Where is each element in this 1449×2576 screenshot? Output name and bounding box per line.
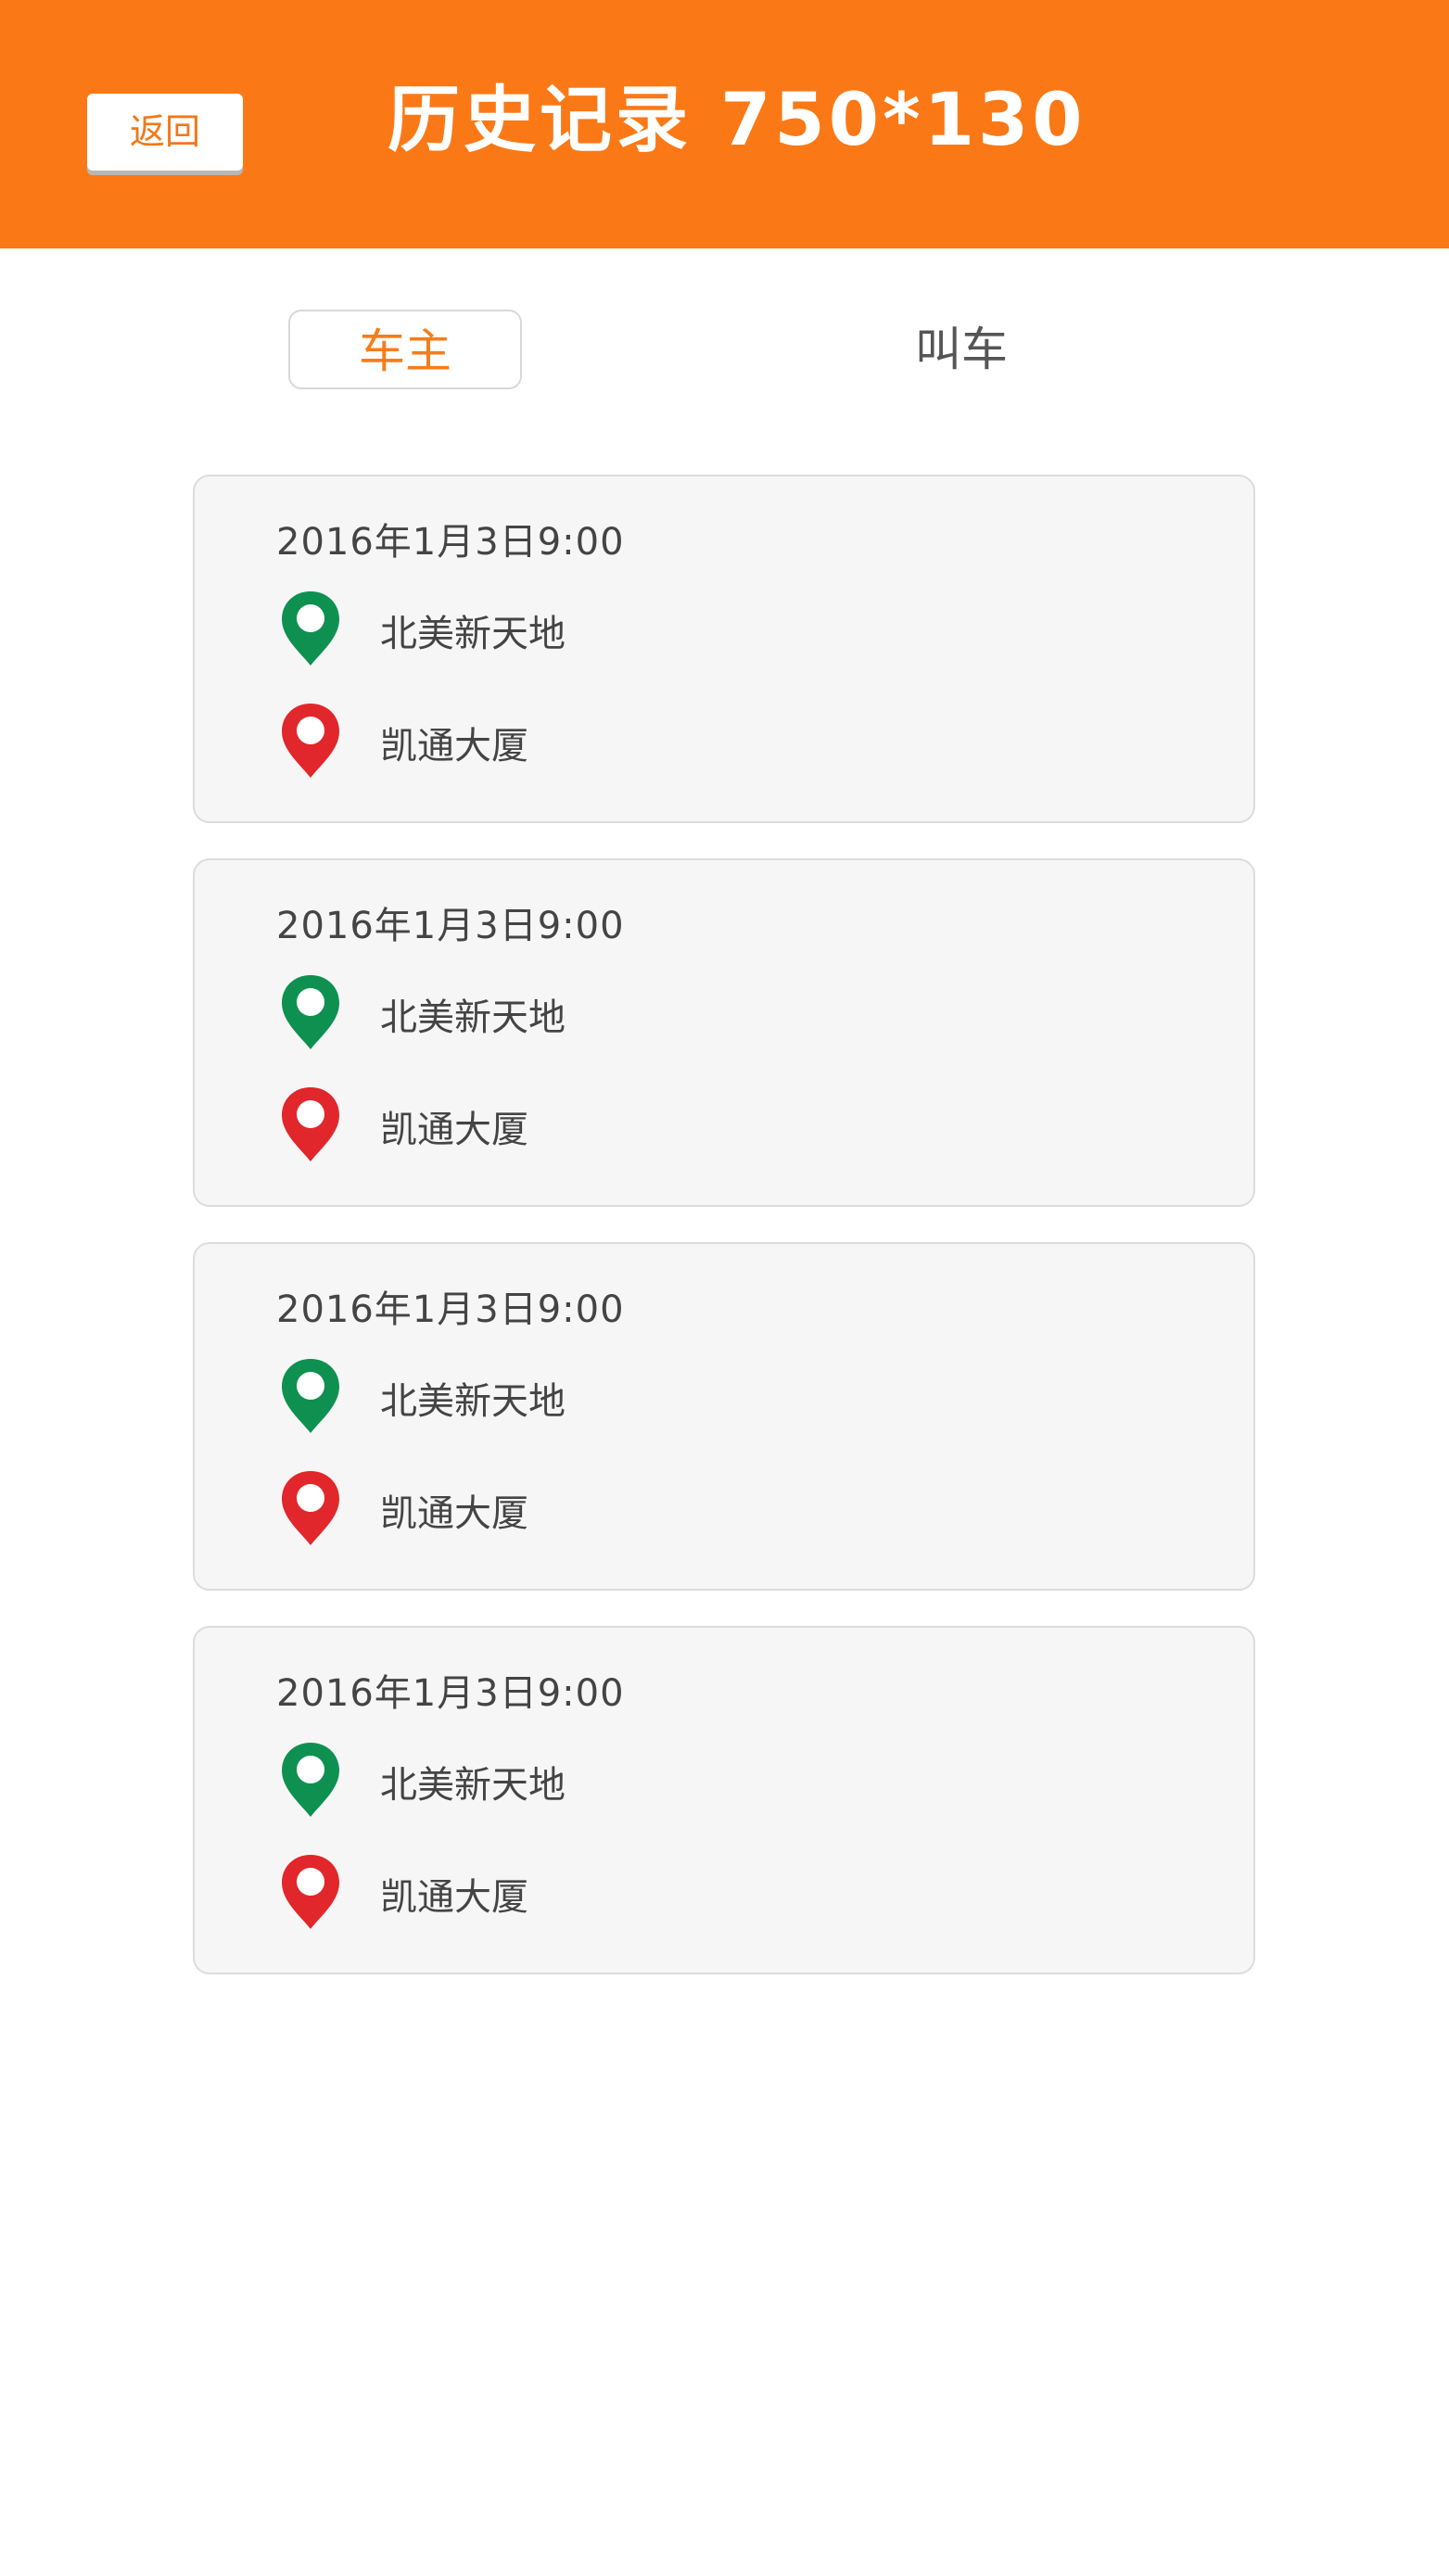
page-title: 历史记录 750*130 <box>388 79 1087 162</box>
start-location-label: 北美新天地 <box>380 613 566 655</box>
start-location-pin-icon <box>282 1359 339 1433</box>
header-bar: 返回 历史记录 750*130 <box>0 0 1449 248</box>
record-datetime: 2016年1月3日9:00 <box>276 905 625 947</box>
history-record-card[interactable]: 2016年1月3日9:00 北美新天地 凯通大厦 <box>193 1242 1255 1591</box>
start-location-label: 北美新天地 <box>380 1764 566 1807</box>
start-location-pin-icon <box>282 591 339 666</box>
tab-call-car[interactable]: 叫车 <box>845 310 1078 389</box>
end-location-label: 凯通大厦 <box>380 725 528 768</box>
history-record-card[interactable]: 2016年1月3日9:00 北美新天地 凯通大厦 <box>193 475 1255 823</box>
end-location-label: 凯通大厦 <box>380 1876 528 1919</box>
end-location-pin-icon <box>282 1471 339 1545</box>
record-datetime: 2016年1月3日9:00 <box>276 1672 625 1715</box>
end-location-pin-icon <box>282 1855 339 1929</box>
history-record-card[interactable]: 2016年1月3日9:00 北美新天地 凯通大厦 <box>193 858 1255 1207</box>
start-location-pin-icon <box>282 975 339 1049</box>
tab-car-owner[interactable]: 车主 <box>288 310 522 389</box>
start-location-pin-icon <box>282 1743 339 1817</box>
end-location-label: 凯通大厦 <box>380 1492 528 1535</box>
record-datetime: 2016年1月3日9:00 <box>276 521 625 564</box>
end-location-pin-icon <box>282 704 339 778</box>
history-record-card[interactable]: 2016年1月3日9:00 北美新天地 凯通大厦 <box>193 1626 1255 1974</box>
end-location-label: 凯通大厦 <box>380 1109 528 1151</box>
start-location-label: 北美新天地 <box>380 996 566 1039</box>
end-location-pin-icon <box>282 1087 339 1161</box>
start-location-label: 北美新天地 <box>380 1380 566 1423</box>
record-datetime: 2016年1月3日9:00 <box>276 1288 625 1331</box>
back-button[interactable]: 返回 <box>87 94 243 171</box>
